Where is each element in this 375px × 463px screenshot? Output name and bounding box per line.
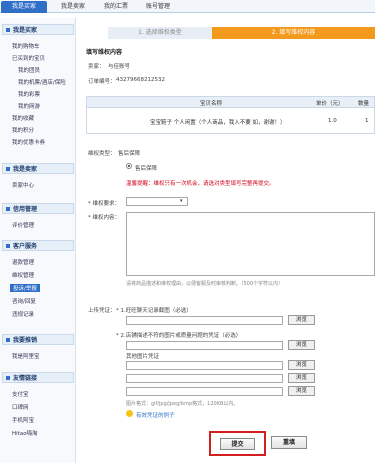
sidebar-section-seller[interactable]: 我是卖家 [2,163,74,174]
upload1-field[interactable] [126,316,283,325]
sidebar-item-mobile[interactable]: 手机阿宝 [12,416,34,424]
upload1-label: * 1.旺旺聊天记录截图（必选） [116,308,192,314]
sidebar: 我是买家 我的购物车 已买到的宝贝 我的团员 我的机票/酒店/保险 我的彩票 我… [0,18,76,463]
header-price: 单价（元） [316,101,344,107]
item-price: 1.0 [328,118,337,124]
content-textarea[interactable] [126,212,375,276]
item-qty: 1 [365,118,369,124]
upload2-field[interactable] [126,341,283,350]
item-name[interactable]: 宝宝鞋子 个人闲置（个人商品，我入不要 如，谢谢！） [150,118,286,126]
sidebar-section-credit[interactable]: 信用管理 [2,203,74,214]
reset-button[interactable]: 重填 [271,436,307,449]
sidebar-item-lottery[interactable]: 我的彩票 [18,90,40,98]
sidebar-item-inquiries[interactable]: 咨询/回复 [12,297,36,305]
radio-label[interactable]: 售后保障 [135,164,157,172]
step-select-type: 1. 选择维权类型 [108,27,212,39]
sidebar-item-alibao[interactable]: 我是阿里宝 [12,352,40,360]
page-title: 填写维权内容 [86,49,123,56]
sidebar-item-alipay[interactable]: 支付宝 [12,390,29,398]
other2-browse-button[interactable]: 浏览 [288,373,315,383]
type-value: 售后保障 [118,151,141,157]
order-label: 订单编号： [88,79,116,85]
sidebar-item-points[interactable]: 我的积分 [12,126,34,134]
other-field-2[interactable] [126,374,283,383]
sidebar-section-promote[interactable]: 我要推销 [2,334,74,345]
sidebar-section-buyer[interactable]: 我是买家 [2,24,74,35]
after-sale-radio[interactable] [126,163,132,169]
seller-value[interactable]: 与佳账号 [108,62,130,70]
other1-browse-button[interactable]: 浏览 [288,360,315,370]
chevron-down-icon: ▾ [180,198,183,204]
other3-browse-button[interactable]: 浏览 [288,386,315,396]
sidebar-item-rights[interactable]: 维权管理 [12,271,34,279]
sidebar-item-group[interactable]: 我的团员 [18,66,40,74]
content-hint: 请将商品描述和维权理由，以便客服及时审核判断。（500个字符以内） [126,281,284,287]
sidebar-item-violations[interactable]: 违规记录 [12,310,34,318]
sidebar-item-koubei[interactable]: 口碑网 [12,403,29,411]
sidebar-item-cart[interactable]: 我的购物车 [12,42,40,50]
tab-seller[interactable]: 我是卖家 [53,1,93,13]
sidebar-item-favorites[interactable]: 我的收藏 [12,114,34,122]
sidebar-item-hitao[interactable]: Hitao嗨淘 [12,429,38,437]
tab-buyer[interactable]: 我是买家 [1,1,47,13]
sidebar-item-seller-center[interactable]: 卖家中心 [12,181,34,189]
request-select[interactable]: ▾ [126,197,188,206]
tab-bills[interactable]: 我的汇票 [96,1,136,13]
sidebar-item-travel[interactable]: 我的机票/酒店/保险 [18,78,66,86]
upload2-browse-button[interactable]: 浏览 [288,340,315,350]
example-link[interactable]: 有效凭证的例子 [136,411,175,419]
format-hint: 图片格式：gif/jpg/jpeg/bmp格式，120KB以内。 [126,401,239,407]
other-label: 其他图片凭证 [126,354,160,360]
sidebar-item-coupons[interactable]: 我的优惠卡券 [12,138,45,146]
lightbulb-icon [126,410,133,417]
type-label: 维权类型： [88,151,116,157]
other-field-3[interactable] [126,387,283,396]
step-fill-content: 2. 填写维权内容 [212,27,375,39]
upload-label: 上传凭证： [88,308,116,314]
sidebar-section-service[interactable]: 客户服务 [2,240,74,251]
request-label: * 维权要求： [88,201,120,207]
order-value: 43279668212532 [116,77,165,83]
sidebar-item-reviews[interactable]: 评价管理 [12,221,34,229]
seller-label: 卖家： [88,64,105,70]
sidebar-item-games[interactable]: 我的网游 [18,102,40,110]
warning-text: 温馨提醒：维权只有一次机会，请选对类型填写完整再提交。 [126,181,275,187]
submit-highlight: 提交 [209,431,266,456]
top-navigation: 我是买家 我是卖家 我的汇票 账号管理 [0,0,375,13]
sidebar-item-refunds[interactable]: 退款管理 [12,258,34,266]
upload2-label: * 2.店铺描述不符的图片或质量问题的凭证（必选） [116,333,242,339]
tab-account[interactable]: 账号管理 [138,1,178,13]
sidebar-item-bought[interactable]: 已买到的宝贝 [12,54,45,62]
sidebar-item-complaints[interactable]: 投诉/举报 [10,284,40,292]
other-field-1[interactable] [126,361,283,370]
content-label: * 维权内容： [88,215,120,221]
upload1-browse-button[interactable]: 浏览 [288,315,315,325]
header-item-name: 宝贝名称 [200,101,223,107]
sidebar-section-links[interactable]: 友情链接 [2,372,74,383]
submit-button[interactable]: 提交 [220,438,255,450]
header-qty: 数量 [358,101,370,107]
